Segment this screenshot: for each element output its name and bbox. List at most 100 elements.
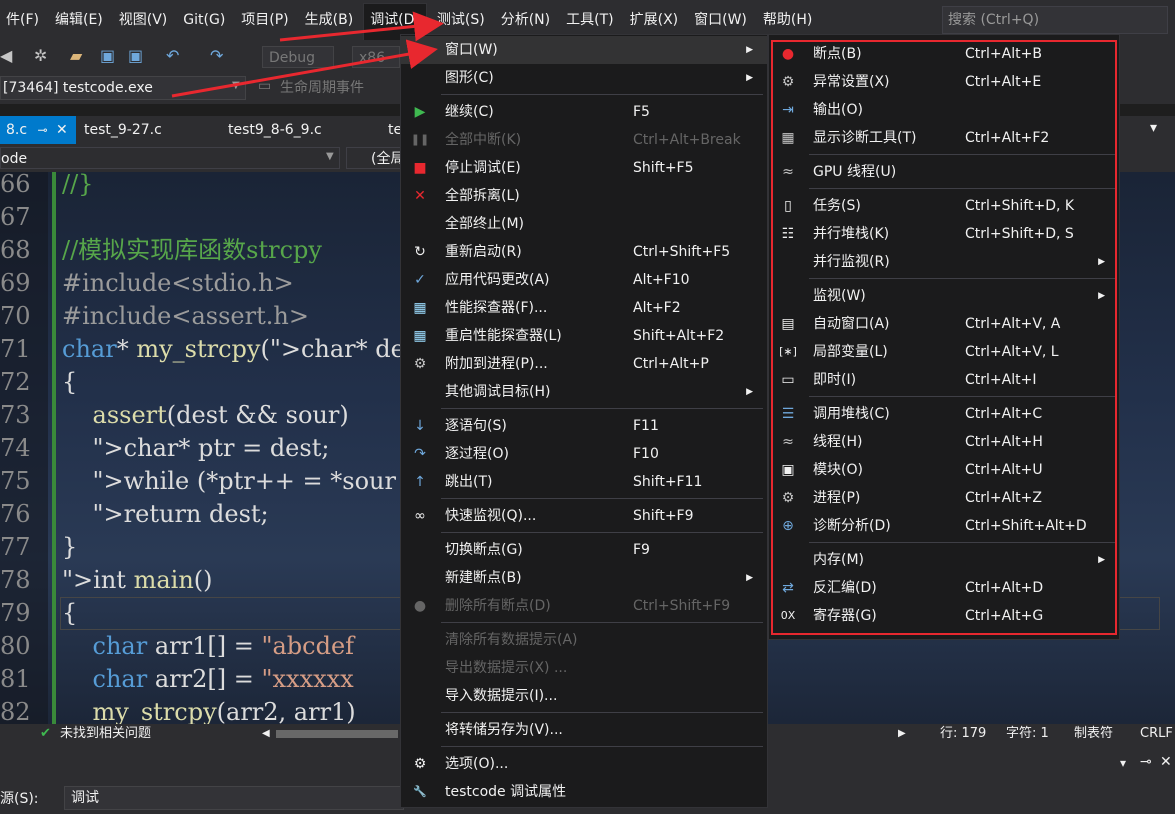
menu-item-监视[interactable]: 监视(W) ▶ bbox=[769, 282, 1119, 310]
menu-item-异常设置[interactable]: ⚙ 异常设置(X) Ctrl+Alt+E bbox=[769, 68, 1119, 96]
pin-icon[interactable]: ⊸ bbox=[1140, 754, 1152, 770]
menu-item-进程[interactable]: ⚙ 进程(P) Ctrl+Alt+Z bbox=[769, 484, 1119, 512]
code-line[interactable]: char arr2[] = "xxxxxx bbox=[62, 663, 354, 696]
code-line[interactable]: char* my_strcpy(">char* des bbox=[62, 333, 417, 366]
code-line[interactable]: //} bbox=[62, 172, 93, 201]
search-input[interactable]: 搜索 (Ctrl+Q) bbox=[942, 6, 1168, 34]
menu-item-9[interactable]: 工具(T) bbox=[560, 3, 619, 37]
menu-item-寄存器[interactable]: 0X 寄存器(G) Ctrl+Alt+G bbox=[769, 602, 1119, 630]
menu-item-1[interactable]: 编辑(E) bbox=[49, 3, 109, 37]
menu-item-其他调试目标[interactable]: 其他调试目标(H) ▶ bbox=[401, 378, 767, 406]
code-line[interactable]: assert(dest && sour) bbox=[62, 399, 349, 432]
menu-item-testcode-调试属性[interactable]: 🔧 testcode 调试属性 bbox=[401, 778, 767, 806]
menu-item-继续[interactable]: ▶ 继续(C) F5 bbox=[401, 98, 767, 126]
code-line[interactable]: ">int main() bbox=[62, 564, 213, 597]
menu-item-内存[interactable]: 内存(M) ▶ bbox=[769, 546, 1119, 574]
menu-item-8[interactable]: 分析(N) bbox=[495, 3, 556, 37]
code-line[interactable]: { bbox=[62, 366, 77, 399]
menu-item-选项[interactable]: ⚙ 选项(O)... bbox=[401, 750, 767, 778]
menu-item-断点[interactable]: ● 断点(B) Ctrl+Alt+B bbox=[769, 40, 1119, 68]
close-icon[interactable]: ✕ bbox=[56, 122, 68, 138]
menu-item-模块[interactable]: ▣ 模块(O) Ctrl+Alt+U bbox=[769, 456, 1119, 484]
menu-item-并行监视[interactable]: 并行监视(R) ▶ bbox=[769, 248, 1119, 276]
menu-item-5[interactable]: 生成(B) bbox=[299, 3, 360, 37]
menu-item-逐语句[interactable]: ↓ 逐语句(S) F11 bbox=[401, 412, 767, 440]
menu-item-应用代码更改[interactable]: ✓ 应用代码更改(A) Alt+F10 bbox=[401, 266, 767, 294]
global-scope-select[interactable]: (全局 bbox=[346, 147, 406, 169]
menu-item-10[interactable]: 扩展(X) bbox=[624, 3, 685, 37]
code-line[interactable]: //模拟实现库函数strcpy bbox=[62, 234, 322, 267]
menu-item-性能探查器[interactable]: ▦ 性能探查器(F)... Alt+F2 bbox=[401, 294, 767, 322]
menu-item-诊断分析[interactable]: ⊕ 诊断分析(D) Ctrl+Shift+Alt+D bbox=[769, 512, 1119, 540]
eol-indicator[interactable]: CRLF bbox=[1140, 724, 1173, 744]
menu-item-调用堆栈[interactable]: ☰ 调用堆栈(C) Ctrl+Alt+C bbox=[769, 400, 1119, 428]
menu-item-切换断点[interactable]: 切换断点(G) F9 bbox=[401, 536, 767, 564]
config-select[interactable]: Debug bbox=[262, 46, 334, 68]
tab-list-icon[interactable]: ▾ bbox=[1150, 120, 1157, 136]
code-line[interactable]: char arr1[] = "abcdef bbox=[62, 630, 355, 663]
menu-item-即时[interactable]: ▭ 即时(I) Ctrl+Alt+I bbox=[769, 366, 1119, 394]
menu-item-12[interactable]: 帮助(H) bbox=[757, 3, 818, 37]
tab-test9-8-6-9[interactable]: test9_8-6_9.c bbox=[222, 116, 328, 144]
process-select[interactable]: [73464] testcode.exe bbox=[0, 76, 246, 100]
output-source-select[interactable]: 调试 bbox=[64, 786, 404, 810]
menu-item-窗口[interactable]: 窗口(W) ▶ bbox=[401, 36, 767, 64]
undo-icon[interactable]: ↶ bbox=[166, 46, 179, 66]
platform-select[interactable]: x86 bbox=[352, 46, 400, 68]
tab-test-9-27[interactable]: test_9-27.c bbox=[78, 116, 168, 144]
new-project-icon[interactable]: ✲ bbox=[34, 46, 47, 66]
menu-item-任务[interactable]: ▯ 任务(S) Ctrl+Shift+D, K bbox=[769, 192, 1119, 220]
menu-item-4[interactable]: 项目(P) bbox=[235, 3, 294, 37]
menu-item-并行堆栈[interactable]: ☷ 并行堆栈(K) Ctrl+Shift+D, S bbox=[769, 220, 1119, 248]
scroll-left-icon[interactable]: ◀ bbox=[262, 724, 270, 744]
chevron-down-icon[interactable]: ▼ bbox=[232, 80, 240, 91]
lifecycle-events-label[interactable]: 生命周期事件 bbox=[280, 77, 364, 97]
menu-item-反汇编[interactable]: ⇄ 反汇编(D) Ctrl+Alt+D bbox=[769, 574, 1119, 602]
menu-item-停止调试[interactable]: ■ 停止调试(E) Shift+F5 bbox=[401, 154, 767, 182]
redo-icon[interactable]: ↷ bbox=[210, 46, 223, 66]
save-icon[interactable]: ▣ bbox=[100, 46, 115, 66]
save-all-icon[interactable]: ▣ bbox=[128, 46, 143, 66]
menu-item-7[interactable]: 测试(S) bbox=[431, 3, 491, 37]
menu-item-2[interactable]: 视图(V) bbox=[113, 3, 174, 37]
menu-item-3[interactable]: Git(G) bbox=[177, 3, 231, 37]
code-line[interactable]: #include<assert.h> bbox=[62, 300, 309, 333]
menu-item-逐过程[interactable]: ↷ 逐过程(O) F10 bbox=[401, 440, 767, 468]
menu-item-输出[interactable]: ⇥ 输出(O) bbox=[769, 96, 1119, 124]
code-line[interactable]: ">return dest; bbox=[62, 498, 269, 531]
code-line[interactable]: ">char* ptr = dest; bbox=[62, 432, 330, 465]
menu-item-0[interactable]: 件(F) bbox=[0, 3, 45, 37]
menu-item-全部拆离[interactable]: ✕ 全部拆离(L) bbox=[401, 182, 767, 210]
open-folder-icon[interactable]: ▰ bbox=[70, 46, 82, 66]
menu-item-gpu-线程[interactable]: ≈ GPU 线程(U) bbox=[769, 158, 1119, 186]
line-indicator[interactable]: 行: 179 bbox=[940, 724, 986, 744]
menu-item-快速监视[interactable]: ∞ 快速监视(Q)... Shift+F9 bbox=[401, 502, 767, 530]
code-line[interactable]: my_strcpy(arr2, arr1) bbox=[62, 696, 356, 724]
menu-item-重新启动[interactable]: ↻ 重新启动(R) Ctrl+Shift+F5 bbox=[401, 238, 767, 266]
menu-item-将转储另存为[interactable]: 将转储另存为(V)... bbox=[401, 716, 767, 744]
chevron-down-icon[interactable]: ▼ bbox=[326, 151, 334, 162]
menu-item-显示诊断工具[interactable]: ▦ 显示诊断工具(T) Ctrl+Alt+F2 bbox=[769, 124, 1119, 152]
project-scope-select[interactable]: ode bbox=[0, 147, 340, 169]
code-line[interactable]: } bbox=[62, 531, 77, 564]
pin-icon[interactable]: ⊸ bbox=[38, 123, 48, 137]
code-line[interactable]: ">while (*ptr++ = *sour bbox=[62, 465, 396, 498]
tabs-indicator[interactable]: 制表符 bbox=[1074, 724, 1113, 744]
menu-item-重启性能探查器[interactable]: ▦ 重启性能探查器(L) Shift+Alt+F2 bbox=[401, 322, 767, 350]
menu-item-导入数据提示[interactable]: 导入数据提示(I)... bbox=[401, 682, 767, 710]
code-line[interactable]: #include<stdio.h> bbox=[62, 267, 294, 300]
menu-item-11[interactable]: 窗口(W) bbox=[688, 3, 753, 37]
horizontal-scrollbar[interactable] bbox=[276, 730, 398, 738]
scroll-right-icon[interactable]: ▶ bbox=[898, 724, 906, 744]
dropdown-icon[interactable]: ▾ bbox=[1120, 756, 1126, 770]
back-icon[interactable]: ◀ bbox=[0, 46, 12, 66]
menu-item-线程[interactable]: ≈ 线程(H) Ctrl+Alt+H bbox=[769, 428, 1119, 456]
menu-item-新建断点[interactable]: 新建断点(B) ▶ bbox=[401, 564, 767, 592]
menu-item-图形[interactable]: 图形(C) ▶ bbox=[401, 64, 767, 92]
menu-item-全部终止[interactable]: 全部终止(M) bbox=[401, 210, 767, 238]
tab-active-file[interactable]: 8.c ⊸ ✕ bbox=[0, 116, 76, 144]
menu-item-跳出[interactable]: ↑ 跳出(T) Shift+F11 bbox=[401, 468, 767, 496]
menu-item-自动窗口[interactable]: ▤ 自动窗口(A) Ctrl+Alt+V, A bbox=[769, 310, 1119, 338]
menu-item-附加到进程[interactable]: ⚙ 附加到进程(P)... Ctrl+Alt+P bbox=[401, 350, 767, 378]
close-icon[interactable]: ✕ bbox=[1160, 754, 1172, 770]
